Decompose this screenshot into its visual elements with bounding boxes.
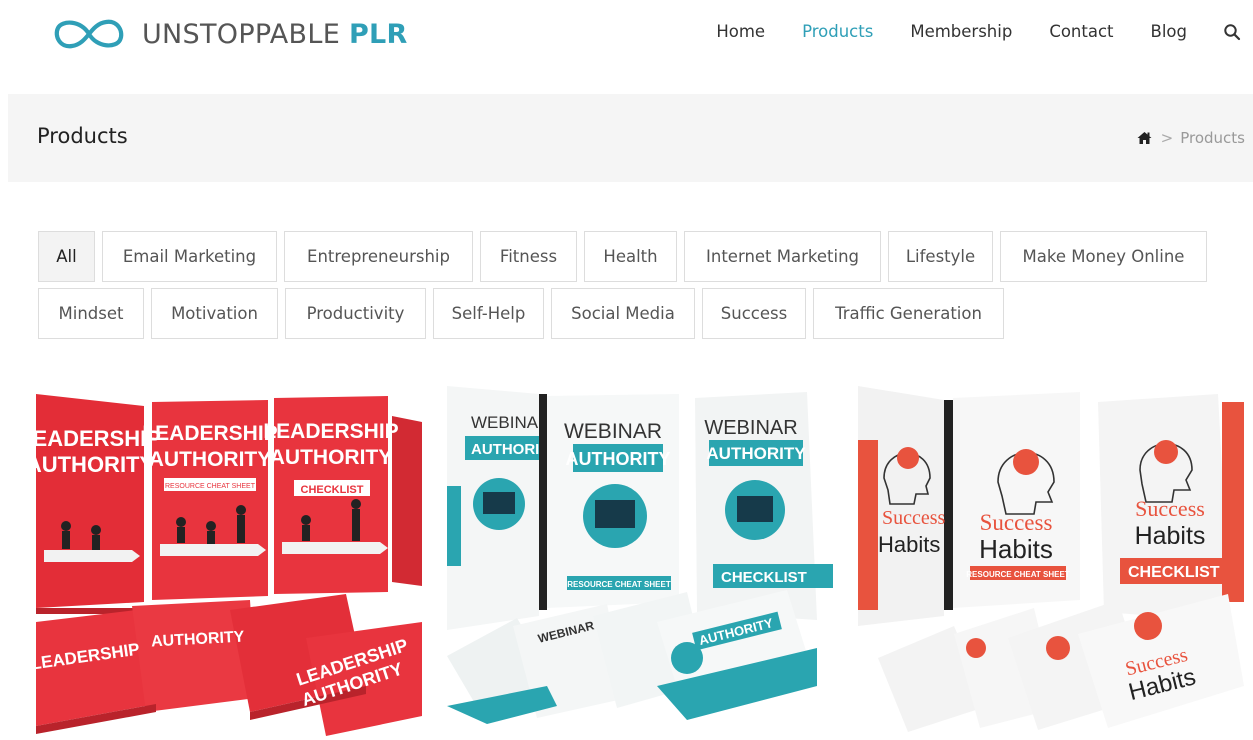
nav-blog[interactable]: Blog xyxy=(1151,22,1187,41)
cover-title-6: AUTHORITY xyxy=(270,446,393,469)
nav-contact[interactable]: Contact xyxy=(1049,22,1113,41)
filter-productivity[interactable]: Productivity xyxy=(285,288,426,339)
filter-mindset[interactable]: Mindset xyxy=(38,288,144,339)
cover-subtitle-2: CHECKLIST xyxy=(301,484,364,496)
cover-subtitle-2: CHECKLIST xyxy=(1128,564,1220,581)
page-title: Products xyxy=(37,124,128,148)
product-card-webinar-authority[interactable]: WEBINAR AUTHORITY WEBINAR AUTHORITY RESO… xyxy=(447,386,833,740)
cover-title-5: Success xyxy=(1135,496,1205,521)
home-icon[interactable] xyxy=(1137,131,1152,145)
product-image: LEADERSHIP AUTHORITY LEADERSHIP AUTHORIT… xyxy=(36,386,422,740)
filter-row-1: All Email Marketing Entrepreneurship Fit… xyxy=(38,231,1238,282)
filter-self-help[interactable]: Self-Help xyxy=(433,288,544,339)
filter-traffic-generation[interactable]: Traffic Generation xyxy=(813,288,1004,339)
cover-title-1: Success xyxy=(882,507,946,529)
brand-name-light: UNSTOPPABLE xyxy=(142,18,341,50)
filter-email-marketing[interactable]: Email Marketing xyxy=(102,231,277,282)
filter-make-money-online[interactable]: Make Money Online xyxy=(1000,231,1207,282)
product-grid: LEADERSHIP AUTHORITY LEADERSHIP AUTHORIT… xyxy=(36,386,1246,740)
filter-internet-marketing[interactable]: Internet Marketing xyxy=(684,231,881,282)
page-title-bar: Products > Products xyxy=(8,94,1253,182)
product-card-success-habits[interactable]: Success Habits Success Habits RESOURCE C… xyxy=(858,386,1244,740)
breadcrumb: > Products xyxy=(1137,129,1245,147)
cover-subtitle-1: RESOURCE CHEAT SHEET xyxy=(966,570,1070,579)
filter-entrepreneurship[interactable]: Entrepreneurship xyxy=(284,231,473,282)
main-nav: Home Products Membership Contact Blog xyxy=(679,22,1241,41)
cover-subtitle-1: RESOURCE CHEAT SHEET xyxy=(567,580,671,589)
nav-products[interactable]: Products xyxy=(802,22,873,41)
filter-lifestyle[interactable]: Lifestyle xyxy=(888,231,993,282)
cover-title-5: LEADERSHIP xyxy=(263,420,398,443)
filter-health[interactable]: Health xyxy=(584,231,677,282)
cover-title-1: WEBINAR xyxy=(471,413,550,432)
filter-fitness[interactable]: Fitness xyxy=(480,231,577,282)
nav-home[interactable]: Home xyxy=(716,22,765,41)
cover-title-6: Habits xyxy=(1135,522,1206,550)
brand-name-bold: PLR xyxy=(348,18,408,50)
cover-subtitle-1: RESOURCE CHEAT SHEET xyxy=(165,483,256,490)
site-header: UNSTOPPABLE PLR Home Products Membership… xyxy=(0,0,1253,70)
infinity-logo-icon xyxy=(54,19,124,49)
category-filters: All Email Marketing Entrepreneurship Fit… xyxy=(38,231,1238,345)
search-icon[interactable] xyxy=(1223,23,1241,41)
filter-row-2: Mindset Motivation Productivity Self-Hel… xyxy=(38,288,1238,339)
cover-title-2: Habits xyxy=(878,532,940,557)
cover-title-4: Habits xyxy=(979,534,1053,564)
filter-success[interactable]: Success xyxy=(702,288,806,339)
filter-social-media[interactable]: Social Media xyxy=(551,288,695,339)
product-card-leadership-authority[interactable]: LEADERSHIP AUTHORITY LEADERSHIP AUTHORIT… xyxy=(36,386,422,740)
cover-title-4: AUTHORITY xyxy=(566,449,671,469)
cover-title-3: Success xyxy=(980,510,1053,535)
filter-all[interactable]: All xyxy=(38,231,95,282)
cover-title-4: AUTHORITY xyxy=(149,448,272,471)
site-logo[interactable]: UNSTOPPABLE PLR xyxy=(46,14,408,54)
cover-title-5: WEBINAR xyxy=(704,417,797,439)
breadcrumb-separator: > xyxy=(1160,129,1174,147)
product-image: Success Habits Success Habits RESOURCE C… xyxy=(858,386,1244,740)
cover-title-2: AUTHORITY xyxy=(36,452,154,477)
product-image: WEBINAR AUTHORITY WEBINAR AUTHORITY RESO… xyxy=(447,386,833,740)
cover-title-3: LEADERSHIP xyxy=(142,422,277,445)
brand-name: UNSTOPPABLE PLR xyxy=(142,19,408,50)
cover-title-6: AUTHORITY xyxy=(706,444,806,463)
cover-title-3: WEBINAR xyxy=(564,420,662,443)
nav-membership[interactable]: Membership xyxy=(910,22,1012,41)
breadcrumb-current: Products xyxy=(1180,129,1245,147)
filter-motivation[interactable]: Motivation xyxy=(151,288,278,339)
cover-subtitle-2: CHECKLIST xyxy=(721,569,807,586)
